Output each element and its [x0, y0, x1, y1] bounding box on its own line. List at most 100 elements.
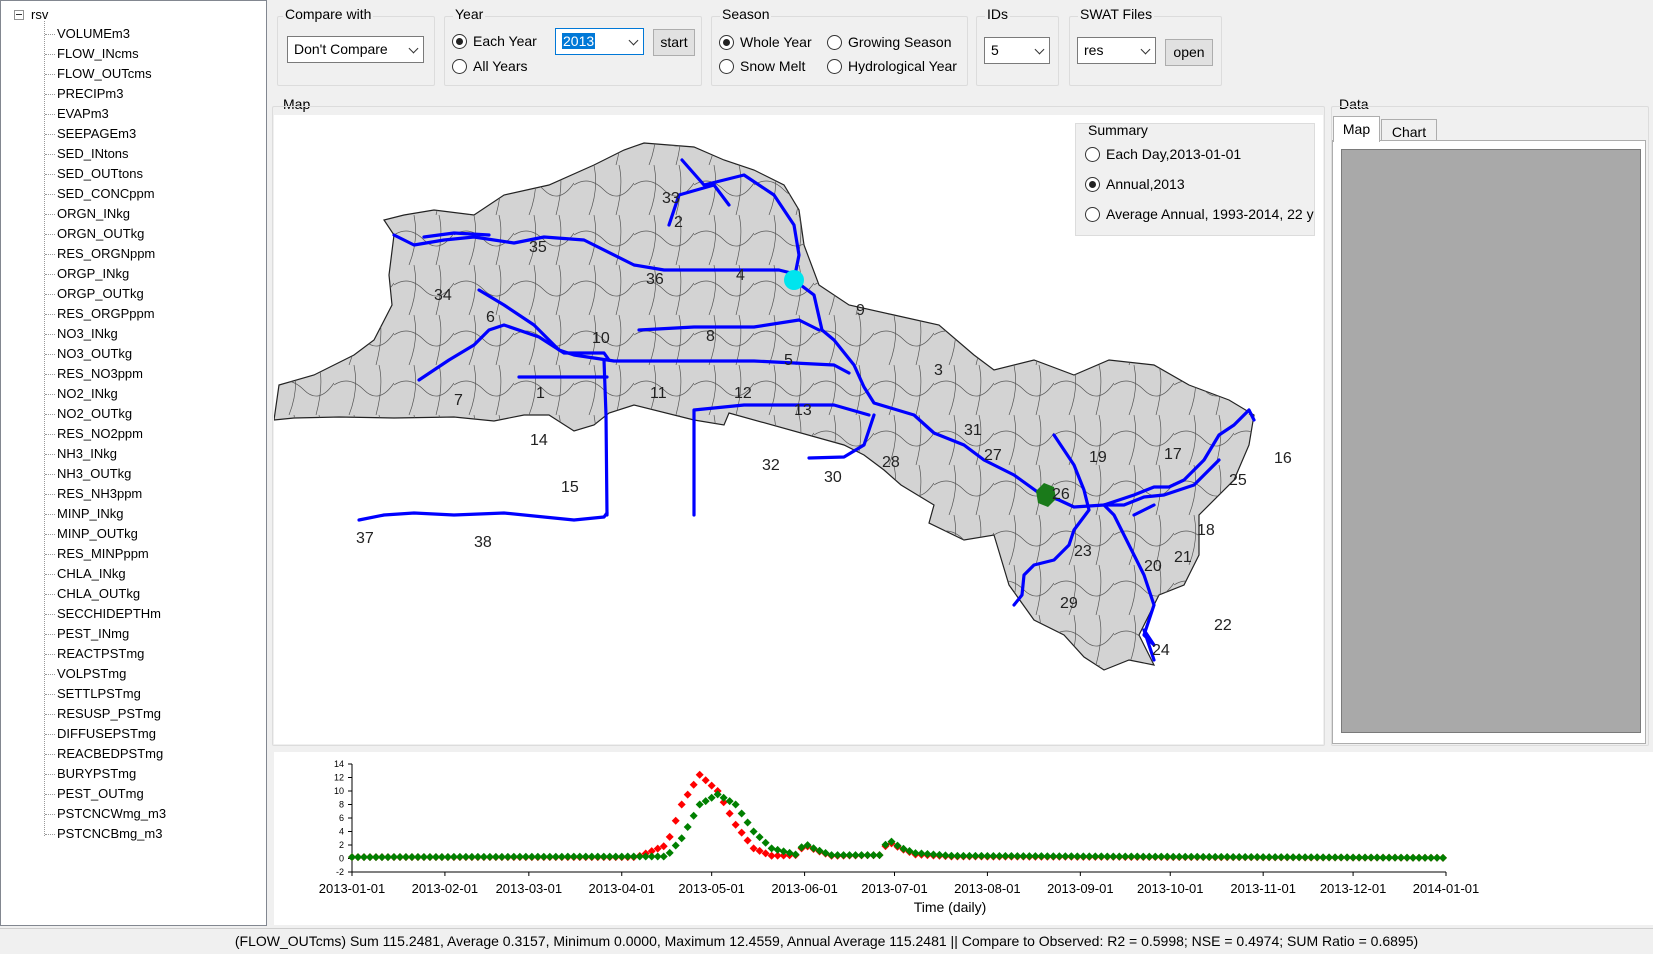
tree-connector: [45, 214, 55, 216]
tree-item[interactable]: RES_ORGPppm: [45, 306, 155, 324]
radio-each-day-indicator: [1085, 146, 1100, 162]
tree-connector: [45, 594, 55, 596]
tree-item[interactable]: RES_NH3ppm: [45, 486, 142, 504]
tree-item[interactable]: FLOW_INcms: [45, 46, 139, 64]
tree-item[interactable]: MINP_OUTkg: [45, 526, 138, 544]
tree-item[interactable]: NO3_INkg: [45, 326, 118, 344]
swat-file-select[interactable]: res: [1077, 37, 1156, 64]
tree-item[interactable]: EVAPm3: [45, 106, 109, 124]
tree-connector: [45, 834, 55, 836]
tree-item[interactable]: RESUSP_PSTmg: [45, 706, 161, 724]
tree-item[interactable]: SETTLPSTmg: [45, 686, 141, 704]
tree-item-label: RES_NO2ppm: [57, 426, 143, 441]
tree-item[interactable]: NO2_INkg: [45, 386, 118, 404]
timeseries-chart-panel[interactable]: 14 12 10 8 6 4 2 0 -2 2013-01-01 2013-02-01 2013-03…: [274, 752, 1653, 925]
tree-item-label: RES_NH3ppm: [57, 486, 143, 501]
tree-item[interactable]: DIFFUSEPSTmg: [45, 726, 156, 744]
radio-annual[interactable]: Annual,2013: [1085, 174, 1185, 194]
tree-item[interactable]: SED_CONCppm: [45, 186, 155, 204]
chart-point: [761, 838, 770, 847]
tree-connector: [45, 274, 55, 276]
chart-x-tick-label: 2013-06-01: [771, 881, 838, 896]
swat-file-select-value: res: [1084, 42, 1104, 58]
tree-item[interactable]: REACBEDPSTmg: [45, 746, 163, 764]
chart-x-tick-label: 2013-10-01: [1137, 881, 1204, 896]
chart-x-tick-label: 2013-07-01: [861, 881, 928, 896]
subbasin-label: 12: [734, 385, 752, 402]
chart-y-tick-label: 0: [339, 854, 344, 864]
tree-item[interactable]: CHLA_INkg: [45, 566, 126, 584]
radio-hydrological-year[interactable]: Hydrological Year: [827, 56, 957, 76]
open-button[interactable]: open: [1165, 39, 1213, 66]
tree-item[interactable]: FLOW_OUTcms: [45, 66, 152, 84]
tree-item[interactable]: SED_INtons: [45, 146, 129, 164]
tree-item[interactable]: NO2_OUTkg: [45, 406, 132, 424]
compare-group-label: Compare with: [283, 6, 374, 22]
chevron-down-icon: [1034, 44, 1045, 55]
tree-item[interactable]: CHLA_OUTkg: [45, 586, 140, 604]
chart-series-1: [348, 790, 1448, 862]
chart-point: [737, 828, 746, 837]
tree-item[interactable]: SED_OUTtons: [45, 166, 143, 184]
tree-item[interactable]: RES_NO3ppm: [45, 366, 143, 384]
radio-growing-season-indicator: [827, 34, 842, 50]
start-button[interactable]: start: [653, 29, 695, 56]
radio-each-year[interactable]: Each Year: [452, 31, 537, 51]
tree-collapse-toggle[interactable]: [14, 10, 24, 20]
selected-reservoir-marker[interactable]: [784, 270, 804, 290]
radio-whole-year[interactable]: Whole Year: [719, 32, 812, 52]
chart-axes: 14 12 10 8 6 4 2 0 -2 2013-01-01 2013-02-01 2013-03…: [319, 759, 1480, 896]
tree-connector: [45, 774, 55, 776]
tree-item[interactable]: PSTCNCBmg_m3: [45, 826, 162, 844]
tree-item[interactable]: ORGP_OUTkg: [45, 286, 144, 304]
chart-x-axis-label: Time (daily): [914, 899, 987, 915]
subbasin-label: 2: [674, 214, 683, 231]
tree-item[interactable]: NH3_INkg: [45, 446, 117, 464]
tree-item[interactable]: NO3_OUTkg: [45, 346, 132, 364]
tree-item-label: MINP_INkg: [57, 506, 124, 521]
tree-item-label: RES_ORGNppm: [57, 246, 156, 261]
tree-item[interactable]: PRECIPm3: [45, 86, 123, 104]
radio-growing-season[interactable]: Growing Season: [827, 32, 952, 52]
year-select[interactable]: 2013: [555, 28, 644, 55]
tree-item[interactable]: RES_ORGNppm: [45, 246, 155, 264]
tree-item[interactable]: ORGN_OUTkg: [45, 226, 144, 244]
tree-item-label: SED_INtons: [57, 146, 129, 161]
chart-point: [665, 832, 674, 841]
radio-each-day[interactable]: Each Day,2013-01-01: [1085, 144, 1241, 164]
radio-snow-melt[interactable]: Snow Melt: [719, 56, 805, 76]
tree-item-label: BURYPSTmg: [57, 766, 137, 781]
tree-item[interactable]: ORGN_INkg: [45, 206, 130, 224]
ids-select[interactable]: 5: [984, 37, 1050, 64]
radio-average-annual[interactable]: Average Annual, 1993-2014, 22 years: [1085, 204, 1314, 224]
tree-item[interactable]: ORGP_INkg: [45, 266, 129, 284]
data-grid-area[interactable]: [1341, 149, 1641, 733]
chart-point: [731, 820, 740, 829]
subbasin-label: 21: [1174, 549, 1192, 566]
tree-connector: [45, 494, 55, 496]
tree-item[interactable]: MINP_INkg: [45, 506, 123, 524]
tree-item[interactable]: PEST_INmg: [45, 626, 129, 644]
subbasin-label: 1: [536, 385, 545, 402]
tree-item[interactable]: SECCHIDEPTHm: [45, 606, 161, 624]
tree-item[interactable]: VOLUMEm3: [45, 26, 130, 44]
tree-item[interactable]: RES_NO2ppm: [45, 426, 143, 444]
compare-select[interactable]: Don't Compare: [287, 36, 424, 63]
tree-item[interactable]: SEEPAGEm3: [45, 126, 136, 144]
radio-annual-label: Annual,2013: [1106, 176, 1185, 192]
tree-item[interactable]: NH3_OUTkg: [45, 466, 131, 484]
tree-item[interactable]: REACTPSTmg: [45, 646, 144, 664]
radio-all-years[interactable]: All Years: [452, 56, 527, 76]
output-variable-tree[interactable]: rsv VOLUMEm3 FLOW_INcms FLOW_OUTcms PRECIPm…: [0, 0, 267, 926]
tree-item[interactable]: PEST_OUTmg: [45, 786, 144, 804]
tree-item[interactable]: PSTCNCWmg_m3: [45, 806, 166, 824]
tree-item[interactable]: RES_MINPppm: [45, 546, 149, 564]
radio-each-day-label: Each Day,2013-01-01: [1106, 146, 1242, 162]
chart-y-tick-label: 12: [334, 773, 344, 783]
chart-point: [707, 781, 716, 790]
tab-map[interactable]: Map: [1333, 116, 1380, 142]
tree-item-label: REACTPSTmg: [57, 646, 145, 661]
tree-item[interactable]: BURYPSTmg: [45, 766, 136, 784]
tree-item[interactable]: VOLPSTmg: [45, 666, 126, 684]
tree-root-label[interactable]: rsv: [31, 7, 48, 22]
